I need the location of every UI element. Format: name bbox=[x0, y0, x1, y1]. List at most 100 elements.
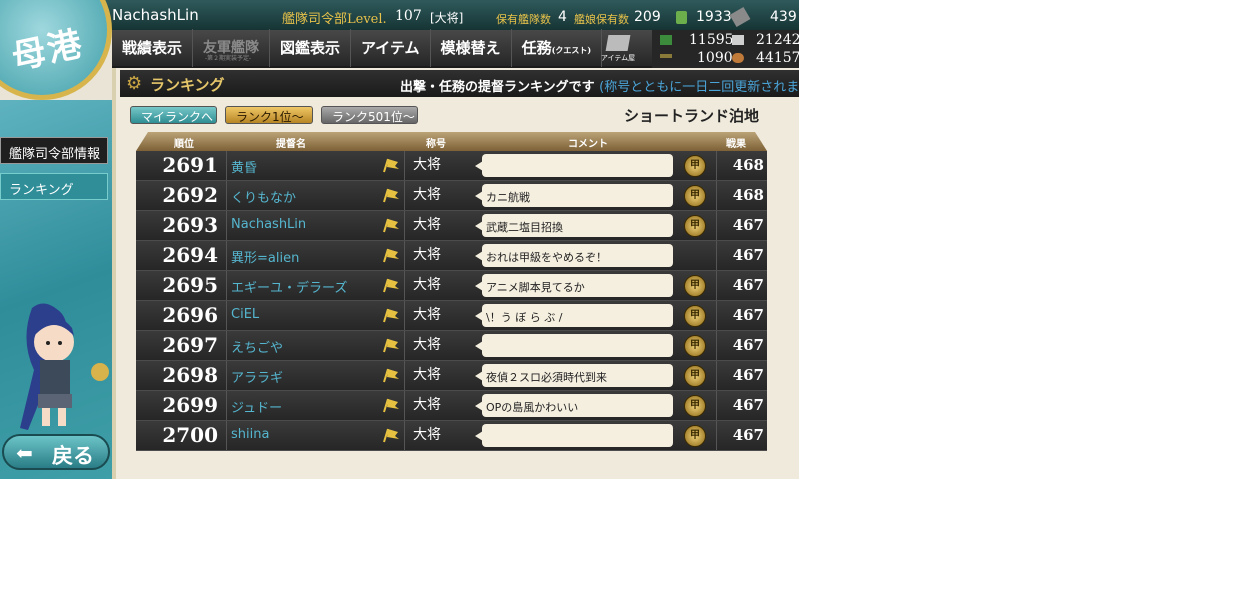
row-comment bbox=[482, 424, 673, 447]
shop-icon bbox=[605, 35, 631, 51]
item-shop-label: アイテム屋 bbox=[600, 54, 636, 62]
header-title: 称号 bbox=[426, 139, 446, 150]
tab-rank-1[interactable]: ランク1位～ bbox=[225, 106, 313, 124]
table-row[interactable]: 2698 アララギ 大将 夜偵２スロ必須時代到来甲 467 bbox=[136, 361, 767, 391]
row-score: 467 bbox=[716, 271, 767, 300]
row-title: 大将 bbox=[404, 391, 480, 420]
row-rank: 2693 bbox=[136, 211, 227, 240]
bucket-count: 1933 bbox=[696, 9, 732, 25]
flag-icon bbox=[383, 338, 399, 353]
fuel-value: 11595 bbox=[689, 32, 734, 48]
medal-icon: 甲 bbox=[684, 365, 706, 387]
row-name[interactable]: アララギ bbox=[231, 367, 283, 386]
menu-record[interactable]: 戦績表示 bbox=[112, 29, 194, 67]
row-name[interactable]: 黄昏 bbox=[231, 157, 257, 176]
row-name[interactable]: CiEL bbox=[231, 307, 259, 322]
sidebar-item-ranking[interactable]: ランキング bbox=[0, 173, 108, 200]
table-row[interactable]: 2693 NachashLin 大将 武蔵二塩目招換甲 467 bbox=[136, 211, 767, 241]
hq-level-value: 107 bbox=[395, 8, 422, 24]
table-row[interactable]: 2692 くりもなか 大将 カニ航戦甲 468 bbox=[136, 181, 767, 211]
row-name[interactable]: エギーユ・デラーズ bbox=[231, 277, 347, 296]
row-name[interactable]: くりもなか bbox=[231, 187, 296, 206]
menu-quests-label: 任務 bbox=[521, 39, 552, 57]
row-title: 大将 bbox=[404, 241, 480, 270]
ammo-icon bbox=[660, 54, 672, 58]
header-name: 提督名 bbox=[276, 139, 306, 150]
row-title: 大将 bbox=[404, 421, 480, 450]
table-body: 2691 黄昏 大将甲 468 2692 くりもなか 大将 カニ航戦甲 468 2693 Nacha… bbox=[136, 151, 767, 451]
menu-friend-fleet: 友軍艦隊 -第２期実装予定- bbox=[193, 29, 271, 67]
row-name[interactable]: えちごや bbox=[231, 337, 283, 356]
ammo-value: 1090 bbox=[697, 50, 733, 66]
table-row[interactable]: 2700 shiina 大将 甲 467 bbox=[136, 421, 767, 451]
panel-description-text: 出撃・任務の提督ランキングです bbox=[400, 80, 595, 95]
back-button[interactable]: ⬅ 戻る bbox=[2, 434, 110, 470]
row-name[interactable]: NachashLin bbox=[231, 217, 306, 232]
row-name[interactable]: 異形=alien bbox=[231, 247, 299, 266]
row-name[interactable]: ジュドー bbox=[231, 397, 282, 416]
menu-items[interactable]: アイテム bbox=[351, 29, 431, 67]
table-row[interactable]: 2696 CiEL 大将 \！う ぼ ら ぶ / 甲 467 bbox=[136, 301, 767, 331]
row-score: 467 bbox=[716, 361, 767, 390]
menu-encyclopedia[interactable]: 図鑑表示 bbox=[270, 29, 352, 67]
shipgirl-count-value: 209 bbox=[634, 9, 661, 25]
game-screen: NachashLin 艦隊司令部Level. 107 [大将] 保有艦隊数 4 … bbox=[0, 0, 799, 479]
medal-icon: 甲 bbox=[684, 305, 706, 327]
row-score: 467 bbox=[716, 241, 767, 270]
header-comment: コメント bbox=[568, 139, 608, 150]
row-name[interactable]: shiina bbox=[231, 427, 269, 442]
row-score: 468 bbox=[716, 181, 767, 210]
medal-icon: 甲 bbox=[684, 185, 706, 207]
row-title: 大将 bbox=[404, 361, 480, 390]
sidebar-item-hq-info[interactable]: 艦隊司令部情報 bbox=[0, 137, 108, 164]
row-rank: 2692 bbox=[136, 181, 227, 210]
row-comment: カニ航戦 bbox=[482, 184, 673, 207]
tab-my-rank[interactable]: マイランクへ bbox=[130, 106, 217, 124]
row-score: 467 bbox=[716, 391, 767, 420]
flag-icon bbox=[383, 368, 399, 383]
back-button-label: 戻る bbox=[52, 443, 94, 468]
table-row[interactable]: 2697 えちごや 大将 甲 467 bbox=[136, 331, 767, 361]
row-rank: 2694 bbox=[136, 241, 227, 270]
ranking-panel: ⚙ ランキング 出撃・任務の提督ランキングです (称号とともに一日二回更新されま… bbox=[112, 68, 799, 479]
home-port-logo-text: 母港 bbox=[8, 23, 88, 78]
menu-friend-fleet-sub: -第２期実装予定- bbox=[205, 55, 252, 62]
row-score: 467 bbox=[716, 421, 767, 450]
row-comment: \！う ぼ ら ぶ / bbox=[482, 304, 673, 327]
medal-icon: 甲 bbox=[684, 155, 706, 177]
tab-rank-501[interactable]: ランク501位～ bbox=[321, 106, 418, 124]
row-title: 大将 bbox=[404, 181, 480, 210]
panel-title: ランキング bbox=[150, 76, 225, 94]
header-score: 戦果 bbox=[726, 139, 746, 150]
development-material-count: 439 bbox=[770, 9, 797, 25]
steel-value: 21242 bbox=[756, 32, 799, 48]
table-row[interactable]: 2694 異形=alien 大将 おれは甲級をやめるぞ！ 467 bbox=[136, 241, 767, 271]
development-material-icon bbox=[729, 6, 751, 28]
steel-icon bbox=[732, 35, 744, 45]
table-row[interactable]: 2695 エギーユ・デラーズ 大将 アニメ脚本見てるか甲 467 bbox=[136, 271, 767, 301]
table-row[interactable]: 2691 黄昏 大将 甲 468 bbox=[136, 151, 767, 181]
item-shop-button[interactable]: アイテム屋 bbox=[600, 33, 636, 65]
menu-furniture[interactable]: 模様替え bbox=[431, 29, 512, 67]
medal-icon: 甲 bbox=[684, 395, 706, 417]
home-port-logo[interactable]: 母港 bbox=[0, 0, 112, 100]
hq-level-label: 艦隊司令部Level. bbox=[282, 12, 387, 27]
header-rank: 順位 bbox=[174, 139, 194, 150]
menu-quests[interactable]: 任務(クエスト) bbox=[512, 29, 603, 67]
resource-panel: 11595 1090 21242 44157 bbox=[652, 30, 799, 68]
row-rank: 2696 bbox=[136, 301, 227, 330]
row-score: 467 bbox=[716, 331, 767, 360]
bauxite-value: 44157 bbox=[756, 50, 799, 66]
flag-icon bbox=[383, 158, 399, 173]
row-score: 467 bbox=[716, 301, 767, 330]
flag-icon bbox=[383, 218, 399, 233]
panel-note: (称号とともに一日二回更新されます) bbox=[599, 80, 799, 95]
row-score: 468 bbox=[716, 151, 767, 180]
flag-icon bbox=[383, 248, 399, 263]
row-comment: アニメ脚本見てるか bbox=[482, 274, 673, 297]
bauxite-icon bbox=[732, 53, 744, 63]
row-comment: 武蔵二塩目招換 bbox=[482, 214, 673, 237]
row-title: 大将 bbox=[404, 301, 480, 330]
table-row[interactable]: 2699 ジュドー 大将 OPの島風かわいい甲 467 bbox=[136, 391, 767, 421]
row-comment bbox=[482, 154, 673, 177]
